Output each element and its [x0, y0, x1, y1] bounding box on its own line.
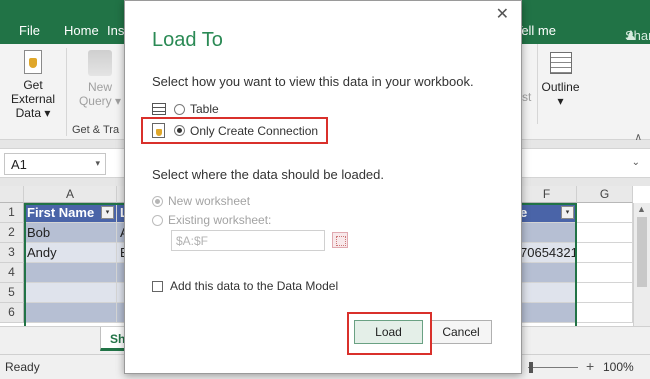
cancel-button[interactable]: Cancel [430, 320, 492, 344]
load-to-dialog: ✕ Load To Select how you want to view th… [124, 0, 522, 374]
dialog-title: Load To [152, 29, 223, 51]
option-existing-worksheet[interactable]: Existing worksheet: [152, 213, 271, 227]
location-question: Select where the data should be loaded. [152, 167, 385, 182]
cell-a6[interactable] [24, 303, 117, 323]
option-new-worksheet-label: New worksheet [168, 194, 251, 208]
ribbon-group-label: Get & Tra [72, 124, 120, 136]
share-label: Share [625, 28, 650, 43]
name-box-value: A1 [11, 157, 27, 172]
get-external-data-button[interactable]: Get External Data ▾ [0, 44, 66, 124]
option-existing-worksheet-label: Existing worksheet: [168, 213, 272, 227]
option-table[interactable]: Table [152, 102, 219, 116]
database-file-icon [24, 50, 42, 74]
cell-f3[interactable]: 70654321 [517, 243, 577, 263]
radio-table[interactable] [174, 103, 185, 115]
option-table-label: Table [190, 102, 219, 116]
table-header-first-name[interactable]: First Name ▾ [24, 203, 117, 223]
highlight-box-connection [141, 117, 328, 144]
cell-f5[interactable] [517, 283, 577, 303]
zoom-slider[interactable] [528, 367, 578, 368]
select-all-corner[interactable] [0, 186, 24, 203]
cell-a3[interactable]: Andy [24, 243, 117, 263]
radio-existing-worksheet[interactable] [152, 214, 163, 226]
filter-dropdown-icon[interactable]: ▾ [561, 206, 574, 219]
vertical-scrollbar[interactable]: ▲ [633, 203, 650, 343]
cell-g2[interactable] [577, 223, 633, 243]
range-select-icon[interactable] [332, 232, 348, 248]
close-icon[interactable]: ✕ [496, 4, 509, 24]
tab-home[interactable]: Home [64, 23, 99, 38]
cell-f4[interactable] [517, 263, 577, 283]
table-header-last[interactable]: e ▾ [517, 203, 577, 223]
option-add-to-data-model[interactable]: Add this data to the Data Model [152, 279, 338, 293]
checkbox-add-to-data-model[interactable] [152, 280, 163, 292]
header-first-name-label: First Name [27, 205, 95, 220]
outline-icon [549, 52, 572, 74]
cell-f2[interactable] [517, 223, 577, 243]
add-to-data-model-label: Add this data to the Data Model [170, 279, 339, 293]
row-header-1[interactable]: 1 [0, 203, 24, 223]
outline-arrow: ▾ [557, 94, 564, 108]
expand-formula-bar-icon[interactable]: ⌄ [632, 157, 640, 168]
view-question: Select how you want to view this data in… [152, 74, 474, 89]
filter-dropdown-icon[interactable]: ▾ [101, 206, 114, 219]
tab-file[interactable]: File [19, 23, 40, 38]
table-icon [152, 103, 166, 115]
range-input[interactable]: $A:$F [171, 230, 325, 251]
zoom-in-button[interactable]: + [586, 358, 594, 374]
collapse-ribbon-icon[interactable]: ∧ [635, 132, 642, 143]
new-query-button[interactable]: New Query ▾ [70, 44, 130, 124]
scroll-up-icon[interactable]: ▲ [637, 204, 646, 214]
highlight-box-load [347, 312, 432, 355]
outline-button[interactable]: Outline ▾ [537, 44, 583, 124]
cell-a2[interactable]: Bob [24, 223, 117, 243]
row-header-5[interactable]: 5 [0, 283, 24, 303]
outline-label: Outline [541, 80, 580, 94]
row-header-4[interactable]: 4 [0, 263, 24, 283]
cell-a5[interactable] [24, 283, 117, 303]
cell-g4[interactable] [577, 263, 633, 283]
new-query-line2: Query ▾ [78, 94, 122, 108]
name-box[interactable]: A1 ▾ [4, 153, 106, 175]
zoom-level[interactable]: 100% [603, 360, 634, 374]
row-header-2[interactable]: 2 [0, 223, 24, 243]
chevron-down-icon[interactable]: ▾ [95, 158, 100, 169]
get-external-data-line2: Data ▾ [15, 106, 51, 120]
row-header-6[interactable]: 6 [0, 303, 24, 323]
cell-g1[interactable] [577, 203, 633, 223]
tab-insert[interactable]: Ins [107, 23, 124, 38]
cell-g3[interactable] [577, 243, 633, 263]
ribbon-partial-text: st [522, 90, 532, 104]
column-header-a[interactable]: A [24, 186, 117, 203]
row-header-3[interactable]: 3 [0, 243, 24, 263]
column-header-g[interactable]: G [577, 186, 633, 203]
zoom-slider-thumb[interactable] [529, 362, 533, 373]
new-query-line1: New [87, 80, 112, 94]
radio-new-worksheet[interactable] [152, 195, 163, 207]
ribbon-separator [66, 48, 67, 136]
status-ready: Ready [5, 360, 40, 374]
cell-g6[interactable] [577, 303, 633, 323]
query-table-icon [88, 50, 112, 76]
column-header-f[interactable]: F [517, 186, 577, 203]
option-new-worksheet[interactable]: New worksheet [152, 194, 250, 208]
scroll-thumb[interactable] [637, 217, 647, 287]
cell-g5[interactable] [577, 283, 633, 303]
cell-f6[interactable] [517, 303, 577, 323]
cell-a4[interactable] [24, 263, 117, 283]
get-external-data-line1: Get External [10, 78, 56, 106]
